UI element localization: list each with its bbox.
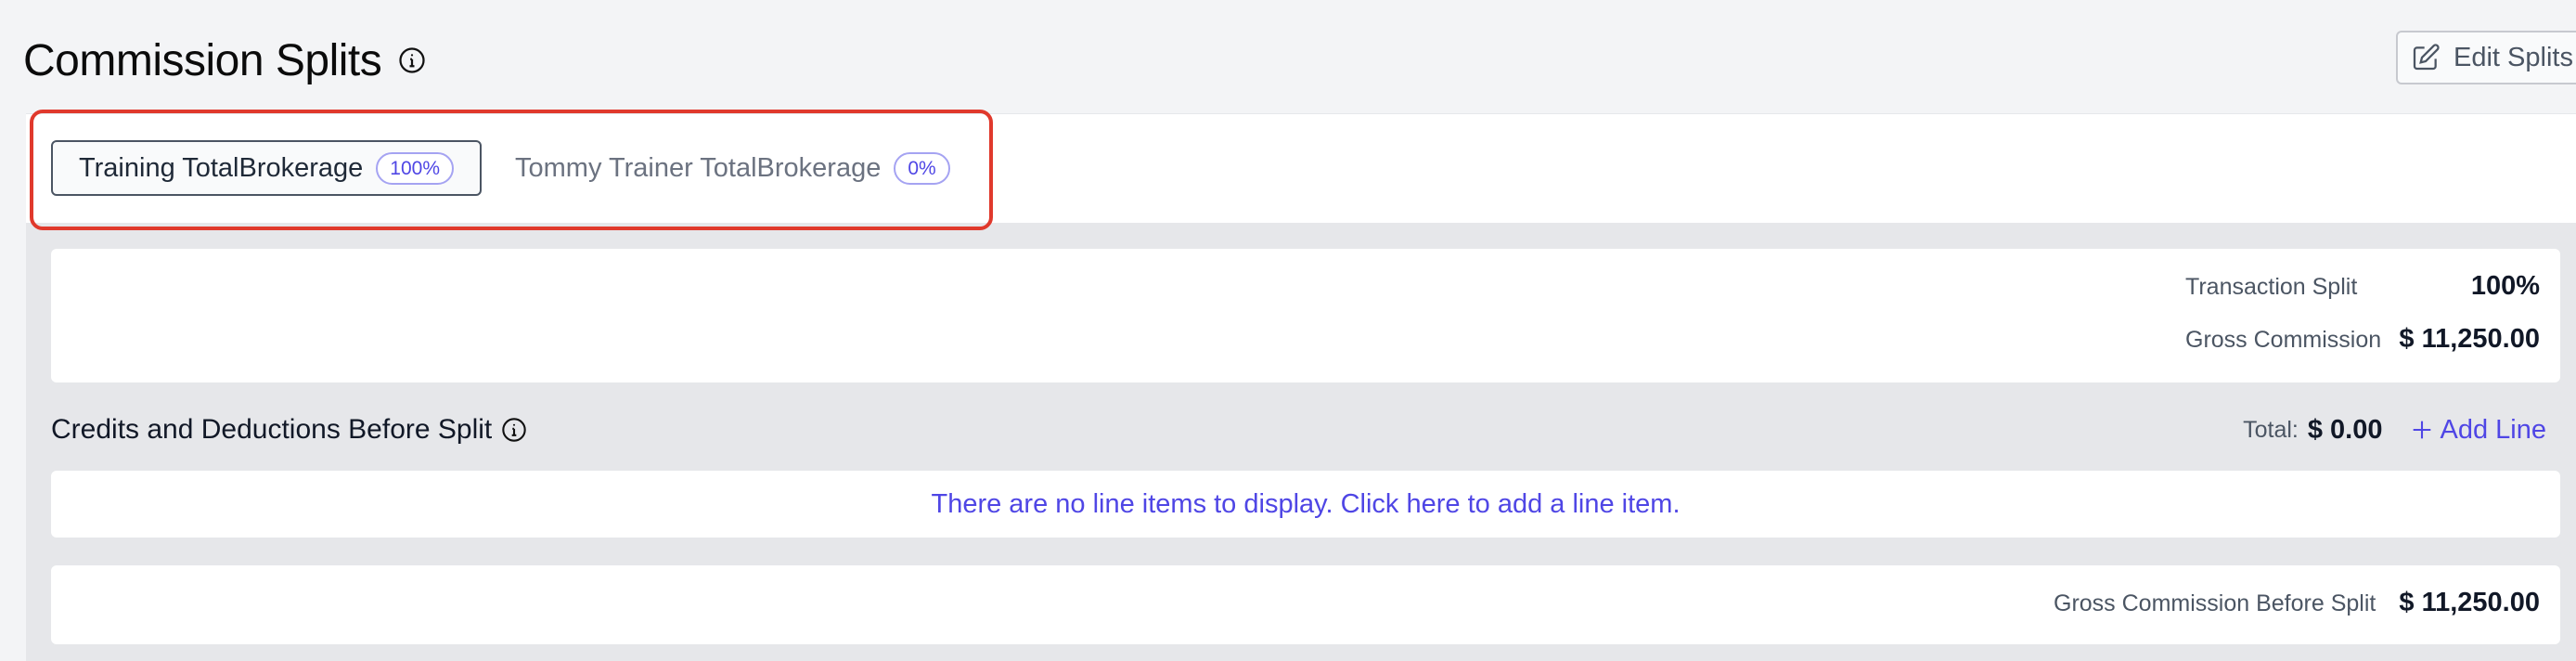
total-label: Total: xyxy=(2243,416,2299,443)
section-title-text: Credits and Deductions Before Split xyxy=(51,414,493,445)
tab-label: Training TotalBrokerage xyxy=(79,152,364,183)
info-icon[interactable] xyxy=(501,417,527,443)
tab-training-totalbrokerage[interactable]: Training TotalBrokerage 100% xyxy=(51,140,482,196)
split-percent-badge: 0% xyxy=(894,151,950,185)
line-items-empty-state: There are no line items to display. Clic… xyxy=(51,471,2560,538)
total-value: $ 0.00 xyxy=(2307,414,2383,445)
commission-splits-page: Commission Splits Edit Splits Training T… xyxy=(0,0,2576,661)
transaction-split-label: Transaction Split xyxy=(2185,274,2358,300)
transaction-split-value: 100% xyxy=(2470,271,2540,301)
info-icon[interactable] xyxy=(398,46,426,74)
edit-splits-button[interactable]: Edit Splits xyxy=(2396,31,2576,84)
tab-label: Tommy Trainer TotalBrokerage xyxy=(515,152,882,183)
gross-commission-label: Gross Commission xyxy=(2185,327,2382,353)
plus-icon xyxy=(2413,421,2430,439)
add-line-button[interactable]: Add Line xyxy=(2409,414,2547,446)
edit-splits-label: Edit Splits xyxy=(2454,42,2573,72)
add-line-item-link[interactable]: There are no line items to display. Clic… xyxy=(931,489,1680,520)
credits-total-group: Total: $ 0.00 Add Line xyxy=(2243,411,2546,448)
gross-commission-value: $ 11,250.00 xyxy=(2399,324,2540,354)
gross-before-split-value: $ 11,250.00 xyxy=(2399,588,2540,617)
gross-before-split-label: Gross Commission Before Split xyxy=(2054,590,2376,616)
edit-icon xyxy=(2413,44,2440,71)
tab-tommy-trainer-totalbrokerage[interactable]: Tommy Trainer TotalBrokerage 0% xyxy=(513,140,950,196)
split-summary-card: Transaction Split 100% Gross Commission … xyxy=(51,249,2560,382)
add-line-label: Add Line xyxy=(2440,414,2547,445)
split-percent-badge: 100% xyxy=(376,151,455,185)
page-header: Commission Splits xyxy=(23,28,426,93)
credits-deductions-heading: Credits and Deductions Before Split xyxy=(51,411,527,448)
page-title: Commission Splits xyxy=(23,35,382,85)
gross-before-split-card: Gross Commission Before Split $ 11,250.0… xyxy=(51,565,2560,644)
